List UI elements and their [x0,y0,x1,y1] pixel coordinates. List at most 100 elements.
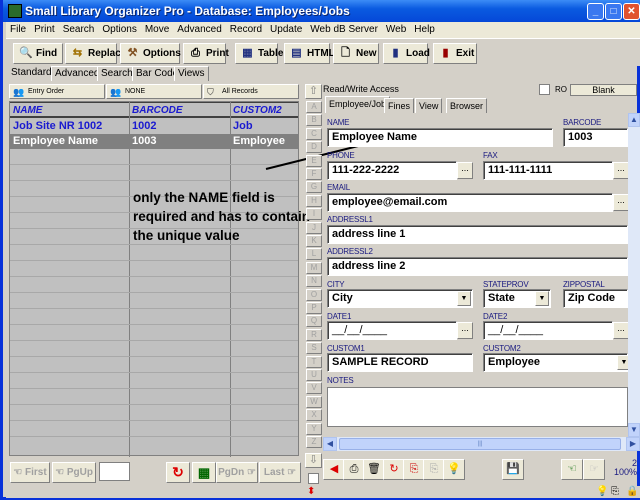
column-header-name[interactable]: NAME [13,105,42,116]
scroll-down-icon[interactable]: ▼ [628,423,640,437]
menu-update[interactable]: Update [266,22,306,35]
column-header-barcode[interactable]: BARCODE [132,105,183,116]
barcode-field[interactable]: 1003 [563,128,628,147]
load-button[interactable]: ▮ Load [383,43,430,64]
form-horizontal-scrollbar[interactable]: ◀ ||| ▶ [323,437,640,451]
tab-search[interactable]: Search [97,66,137,81]
index-letter-b[interactable]: B [306,114,322,127]
index-letter-d[interactable]: D [306,141,322,154]
menu-help[interactable]: Help [410,22,439,35]
splitter-handle-icon[interactable]: ⬍ [307,486,315,497]
tab-standard[interactable]: Standard [8,66,55,81]
scroll-down-arrow-icon[interactable]: ⇩ [305,453,322,468]
index-letter-j[interactable]: J [306,221,322,234]
scroll-up-icon[interactable]: ▲ [628,113,640,127]
state-dropdown-arrow-icon[interactable]: ▼ [535,291,549,306]
scroll-left-icon[interactable]: ◀ [323,437,337,451]
index-letter-q[interactable]: Q [306,315,322,328]
pgdn-button[interactable]: PgDn ☞ [216,462,258,483]
fax-field[interactable]: 111-111-1111 [483,161,613,180]
minimize-button[interactable]: _ [587,3,604,20]
index-letter-c[interactable]: C [306,127,322,140]
paste-record-button[interactable]: ⎘ [423,459,445,480]
maximize-button[interactable]: □ [605,3,622,20]
index-letter-t[interactable]: T [306,355,322,368]
city-select[interactable]: City [327,289,473,308]
date1-ellipsis-button[interactable]: ... [457,322,473,339]
phone-field[interactable]: 111-222-2222 [327,161,457,180]
email-ellipsis-button[interactable]: ... [613,194,628,211]
page-input[interactable] [99,462,130,481]
tab-fines[interactable]: Fines [384,98,415,113]
index-letter-v[interactable]: V [306,382,322,395]
index-letter-m[interactable]: M [306,261,322,274]
index-letter-g[interactable]: G [306,181,322,194]
exit-button[interactable]: ▮ Exit [433,43,477,64]
close-button[interactable]: ✕ [623,3,640,20]
tab-employee-job[interactable]: Employee/Job [325,96,391,113]
copy-record-button[interactable]: ⎘ [403,459,425,480]
index-letter-u[interactable]: U [306,369,322,381]
print-button[interactable]: ⎙ Print [183,43,229,64]
index-letter-k[interactable]: K [306,235,322,247]
delete-button[interactable]: 🗑 [363,459,385,480]
phone-ellipsis-button[interactable]: ... [457,162,473,179]
address1-field[interactable]: address line 1 [327,225,628,244]
new-button[interactable]: 🗋 New [333,43,379,64]
index-letter-n[interactable]: N [306,275,322,288]
fax-ellipsis-button[interactable]: ... [613,162,628,179]
address2-field[interactable]: address line 2 [327,257,628,276]
tab-advanced[interactable]: Advanced [51,66,104,81]
notes-textarea[interactable] [327,387,628,427]
filter-all-records-button[interactable]: ⛉ All Records [203,84,299,99]
index-checkbox[interactable] [308,473,319,484]
date1-field[interactable]: __/__/____ [327,321,457,340]
first-button[interactable]: ☜ First [10,462,50,483]
index-letter-p[interactable]: P [306,302,322,314]
pgup-button[interactable]: ☜ PgUp [52,462,96,483]
menu-search[interactable]: Search [59,22,99,35]
custom2-select[interactable]: Employee [483,353,628,372]
next-record-button[interactable]: ☞ [583,459,605,480]
replace-button[interactable]: ⇆ Replace [65,43,126,64]
menu-file[interactable]: File [6,22,30,35]
last-button[interactable]: Last ☞ [259,462,301,483]
horizontal-scroll-thumb[interactable]: ||| [339,438,621,450]
column-header-custom2[interactable]: CUSTOM2 [233,105,282,116]
date2-field[interactable]: __/__/____ [483,321,613,340]
scroll-up-arrow-icon[interactable]: ⇧ [305,84,322,99]
scroll-right-icon[interactable]: ▶ [626,437,640,451]
table-row-selected[interactable]: Employee Name 1003 Employee [10,134,298,149]
custom2-dropdown-arrow-icon[interactable]: ▼ [617,355,628,370]
menu-record[interactable]: Record [226,22,266,35]
menu-advanced[interactable]: Advanced [173,22,225,35]
find-button[interactable]: 🔍 Find [13,43,63,64]
options-button[interactable]: ⚒ Options [120,43,181,64]
index-letter-r[interactable]: R [306,328,322,341]
email-field[interactable]: employee@email.com [327,193,613,212]
back-button[interactable]: ◀ [323,459,345,480]
save-record-button[interactable]: 💾 [502,459,524,480]
tab-views[interactable]: Views [174,66,209,81]
blank-button[interactable]: Blank [570,84,637,96]
menu-move[interactable]: Move [141,22,173,35]
index-letter-y[interactable]: Y [306,422,322,435]
menu-options[interactable]: Options [98,22,140,35]
menu-web[interactable]: Web [382,22,410,35]
index-letter-w[interactable]: W [306,395,322,408]
table-button[interactable]: ▦ Table [235,43,283,64]
tip-button[interactable]: 💡 [443,459,465,480]
index-letter-z[interactable]: Z [306,436,322,448]
index-letter-h[interactable]: H [306,194,322,207]
refresh-button[interactable]: ↻ [166,462,190,483]
form-vertical-scrollbar[interactable]: ▲ ▼ [628,113,640,437]
index-letter-a[interactable]: A [306,101,322,113]
index-letter-x[interactable]: X [306,409,322,422]
readonly-checkbox[interactable] [539,84,550,95]
tab-browser[interactable]: Browser [446,98,488,113]
name-field[interactable]: Employee Name [327,128,553,147]
index-letter-s[interactable]: S [306,342,322,355]
colors-button[interactable]: ▦ [192,462,216,483]
menu-web-db-server[interactable]: Web dB Server [306,22,382,35]
menu-print[interactable]: Print [30,22,59,35]
